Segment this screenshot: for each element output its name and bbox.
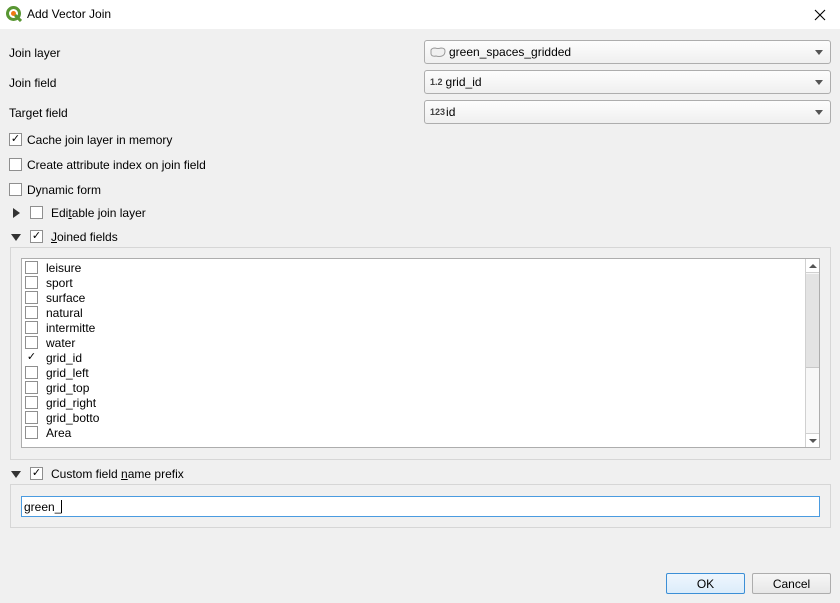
arrow-down-icon xyxy=(808,438,817,443)
list-item[interactable]: water xyxy=(25,335,795,350)
check-icon: ✓ xyxy=(31,467,42,479)
text-caret xyxy=(61,500,63,513)
attribute-index-label: Create attribute index on join field xyxy=(27,158,206,172)
join-layer-combo[interactable]: green_spaces_gridded xyxy=(424,40,831,64)
list-item[interactable]: grid_left xyxy=(25,365,795,380)
target-field-label: Target field xyxy=(9,106,68,120)
joined-fields-checkbox[interactable]: ✓ xyxy=(30,230,43,243)
field-name: grid_right xyxy=(46,396,97,410)
join-layer-value: green_spaces_gridded xyxy=(449,45,572,59)
list-item[interactable]: grid_botto xyxy=(25,410,795,425)
field-name: grid_botto xyxy=(46,411,100,425)
target-field-combo[interactable]: 123 id xyxy=(424,100,831,124)
field-name: water xyxy=(46,336,76,350)
collapse-arrow-icon[interactable] xyxy=(11,471,21,478)
cache-checkbox[interactable]: ✓ xyxy=(9,133,22,146)
chevron-down-icon xyxy=(815,80,823,85)
list-item[interactable]: sport xyxy=(25,275,795,290)
field-checkbox[interactable] xyxy=(25,381,38,394)
chevron-down-icon xyxy=(815,50,823,55)
editable-join-label: Editable join layer xyxy=(51,206,146,220)
list-item[interactable]: natural xyxy=(25,305,795,320)
join-field-combo[interactable]: 1.2 grid_id xyxy=(424,70,831,94)
joined-fields-label: Joined fields xyxy=(51,230,118,244)
join-layer-label: Join layer xyxy=(9,46,61,60)
field-name: Area xyxy=(46,426,72,440)
field-name: grid_top xyxy=(46,381,90,395)
list-item[interactable]: grid_right xyxy=(25,395,795,410)
attribute-index-checkbox[interactable] xyxy=(9,158,22,171)
integer-type-icon: 123 xyxy=(430,107,446,117)
field-checkbox[interactable]: ✓ xyxy=(25,351,38,364)
field-checkbox[interactable] xyxy=(25,366,38,379)
list-item[interactable]: intermitte xyxy=(25,320,795,335)
field-checkbox[interactable] xyxy=(25,426,38,439)
title-bar: Add Vector Join xyxy=(0,0,840,29)
cancel-button[interactable]: Cancel xyxy=(752,573,831,594)
check-icon: ✓ xyxy=(31,230,42,242)
list-item[interactable]: ✓ grid_id xyxy=(25,350,795,365)
collapse-arrow-icon[interactable] xyxy=(11,234,21,241)
scroll-down-button[interactable] xyxy=(806,433,819,447)
join-field-value: grid_id xyxy=(445,75,482,89)
editable-join-checkbox[interactable] xyxy=(30,206,43,219)
list-item[interactable]: surface xyxy=(25,290,795,305)
arrow-up-icon xyxy=(808,263,817,268)
check-icon: ✓ xyxy=(10,133,21,145)
field-name: leisure xyxy=(46,261,82,275)
scroll-up-button[interactable] xyxy=(806,259,819,273)
scroll-thumb[interactable] xyxy=(806,274,819,368)
window-title: Add Vector Join xyxy=(27,7,112,21)
field-name: surface xyxy=(46,291,86,305)
custom-prefix-checkbox[interactable]: ✓ xyxy=(30,467,43,480)
list-item[interactable]: leisure xyxy=(25,260,795,275)
join-field-label: Join field xyxy=(9,76,57,90)
qgis-logo-icon xyxy=(6,6,22,22)
field-checkbox[interactable] xyxy=(25,261,38,274)
field-checkbox[interactable] xyxy=(25,336,38,349)
expand-arrow-icon[interactable] xyxy=(13,208,20,218)
field-checkbox[interactable] xyxy=(25,276,38,289)
prefix-value: green_ xyxy=(24,499,62,514)
field-checkbox[interactable] xyxy=(25,291,38,304)
vertical-scrollbar[interactable] xyxy=(805,259,819,447)
field-name: grid_left xyxy=(46,366,89,380)
polygon-layer-icon xyxy=(430,46,446,57)
field-checkbox[interactable] xyxy=(25,321,38,334)
field-name: grid_id xyxy=(46,351,83,365)
field-name: natural xyxy=(46,306,83,320)
field-checkbox[interactable] xyxy=(25,411,38,424)
decimal-type-icon: 1.2 xyxy=(430,77,443,87)
target-field-value: id xyxy=(446,105,456,119)
field-name: sport xyxy=(46,276,73,290)
dynamic-form-label: Dynamic form xyxy=(27,183,102,197)
field-name: intermitte xyxy=(46,321,96,335)
list-item[interactable]: Area xyxy=(25,425,795,440)
prefix-input[interactable]: green_ xyxy=(21,496,820,517)
chevron-down-icon xyxy=(815,110,823,115)
custom-prefix-label: Custom field name prefix xyxy=(51,467,184,481)
ok-button[interactable]: OK xyxy=(666,573,745,594)
close-icon xyxy=(814,9,826,20)
cache-label: Cache join layer in memory xyxy=(27,133,173,147)
check-icon: ✓ xyxy=(26,351,37,363)
list-item[interactable]: grid_top xyxy=(25,380,795,395)
field-checkbox[interactable] xyxy=(25,396,38,409)
field-checkbox[interactable] xyxy=(25,306,38,319)
dynamic-form-checkbox[interactable] xyxy=(9,183,22,196)
close-button[interactable] xyxy=(800,0,840,29)
joined-fields-list[interactable]: Area grid_botto grid_right grid_top grid_lef… xyxy=(21,258,820,448)
